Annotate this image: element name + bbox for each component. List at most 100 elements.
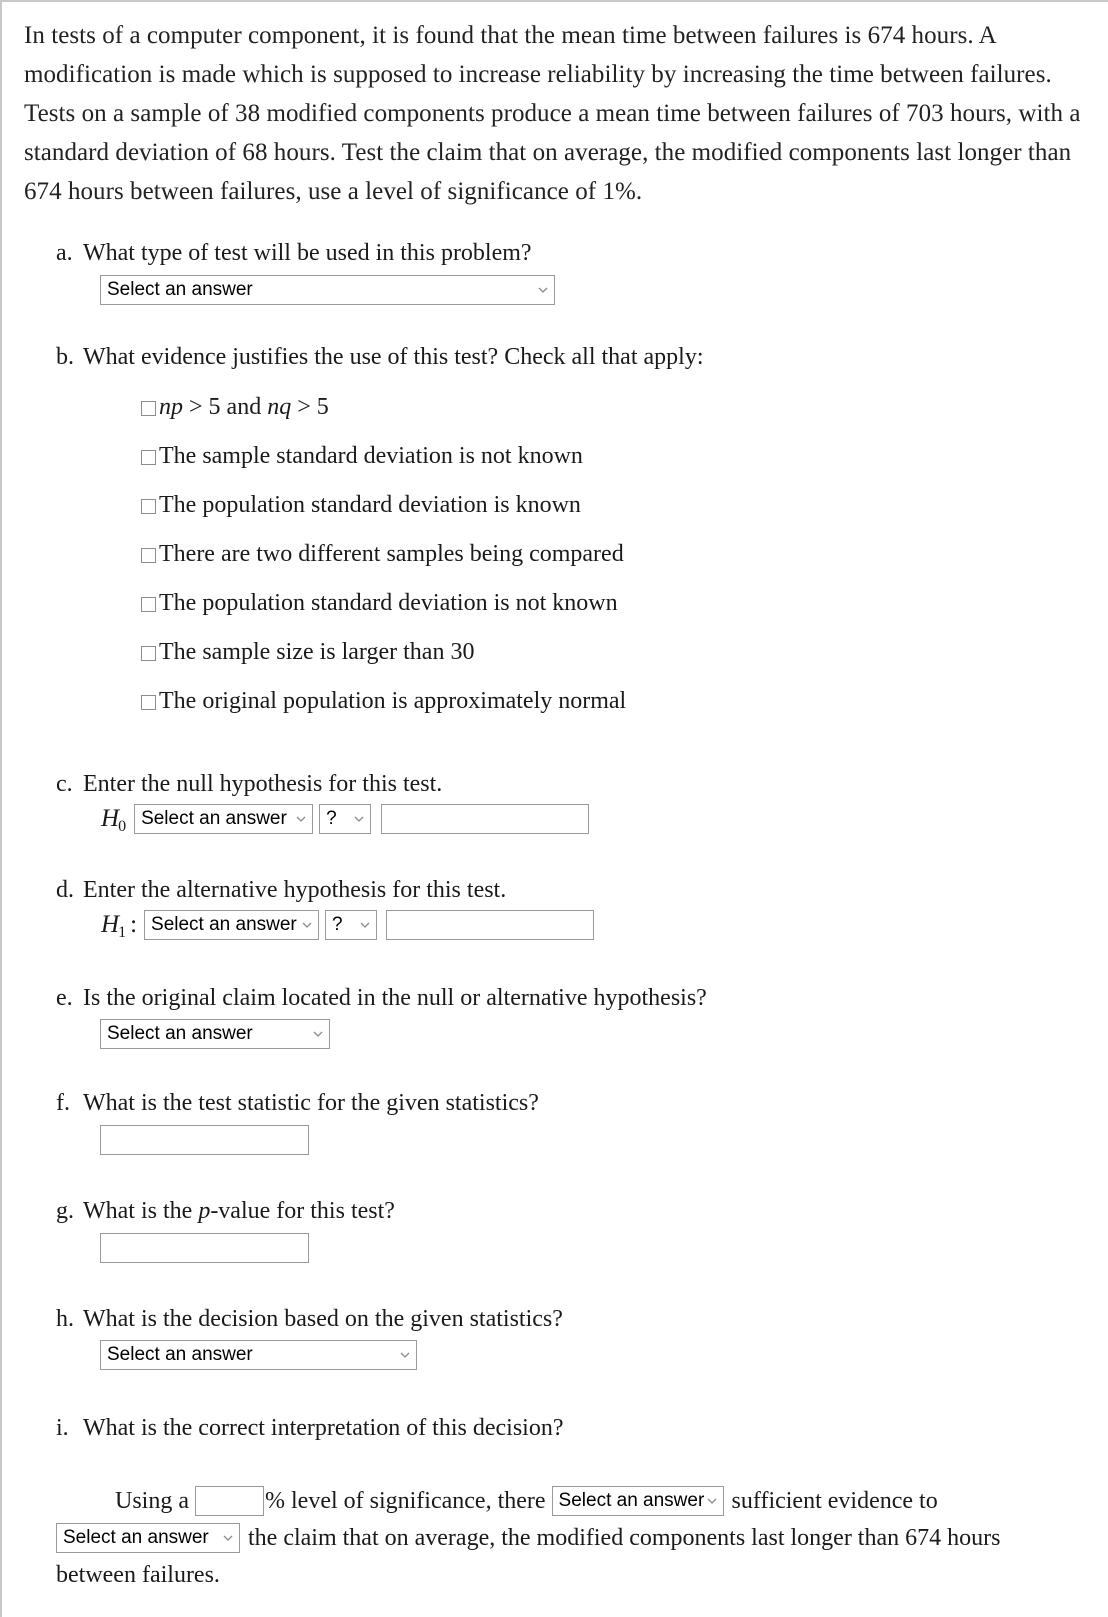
null-hypothesis-operator-select[interactable]: ?: [319, 804, 372, 834]
question-e-select[interactable]: Select an answer: [100, 1019, 330, 1049]
checkbox-population-sd-known[interactable]: [141, 498, 156, 514]
checkbox-label: The population standard deviation is not…: [159, 590, 618, 616]
question-a-select[interactable]: Select an answer: [100, 275, 555, 305]
interp-text-5: between failures.: [56, 1562, 220, 1588]
checkbox-sample-size-30[interactable]: [141, 645, 156, 661]
question-i-label: i.: [56, 1415, 69, 1441]
alternative-hypothesis-operator-select[interactable]: ?: [325, 910, 378, 940]
interpretation-sentence: Using a % level of significance, there S…: [56, 1484, 1086, 1592]
chevron-down-icon: [313, 1029, 323, 1038]
question-a-select-value: Select an answer: [107, 279, 253, 300]
list-item[interactable]: There are two different samples being co…: [141, 539, 1086, 569]
null-hypothesis-row: H0 Select an answer ?: [56, 804, 1086, 835]
select-value: ?: [326, 808, 337, 829]
select-value: Select an answer: [107, 1344, 253, 1365]
null-hypothesis-value-input[interactable]: [381, 804, 590, 834]
checkbox-label: np > 5 and nq > 5: [159, 392, 329, 422]
checkbox-label: The sample standard deviation is not kno…: [159, 443, 583, 469]
question-i: i. What is the correct interpretation of…: [24, 1412, 1086, 1592]
interp-text-3: sufficient evidence to: [725, 1488, 938, 1514]
h-letter: H: [101, 911, 120, 938]
checkbox-label: The sample size is larger than 30: [159, 639, 475, 665]
question-a-label: a.: [56, 240, 73, 266]
checkbox-population-normal[interactable]: [141, 694, 156, 710]
h-letter: H: [101, 805, 120, 832]
question-b-label: b.: [56, 344, 74, 370]
question-h: h. What is the decision based on the giv…: [24, 1303, 1086, 1370]
question-h-text: What is the decision based on the given …: [83, 1306, 563, 1332]
worksheet-page: In tests of a computer component, it is …: [0, 0, 1108, 1617]
interp-text-4: the claim that on average, the modified …: [242, 1525, 1001, 1551]
h-subscript: 1: [118, 924, 127, 941]
question-g: g. What is the p-value for this test?: [24, 1195, 1086, 1263]
alternative-hypothesis-value-input[interactable]: [386, 910, 595, 940]
question-d: d. Enter the alternative hypothesis for …: [24, 874, 1086, 941]
evidence-checkbox-list: np > 5 and nq > 5 The sample standard de…: [56, 392, 1086, 716]
math-gt5: > 5: [291, 394, 329, 420]
p-value-input[interactable]: [100, 1233, 309, 1263]
math-nq: nq: [267, 394, 292, 420]
checkbox-label: The population standard deviation is kno…: [159, 492, 581, 518]
select-value: Select an answer: [141, 808, 287, 829]
select-value: Select an answer: [63, 1527, 209, 1548]
checkbox-sample-sd-not-known[interactable]: [141, 449, 156, 465]
list-item[interactable]: np > 5 and nq > 5: [141, 392, 1086, 422]
checkbox-population-sd-not-known[interactable]: [141, 596, 156, 612]
problem-statement: In tests of a computer component, it is …: [24, 22, 1081, 205]
chevron-down-icon: [538, 285, 548, 294]
question-h-select[interactable]: Select an answer: [100, 1340, 417, 1370]
select-value: Select an answer: [151, 914, 297, 935]
checkbox-label: There are two different samples being co…: [159, 541, 624, 567]
question-b: b. What evidence justifies the use of th…: [24, 341, 1086, 716]
chevron-down-icon: [400, 1350, 410, 1359]
chevron-down-icon: [302, 920, 312, 929]
question-g-label: g.: [56, 1198, 74, 1224]
question-c-text: Enter the null hypothesis for this test.: [83, 771, 443, 797]
question-d-text: Enter the alternative hypothesis for thi…: [83, 877, 507, 903]
q-g-text-before: What is the: [83, 1198, 199, 1224]
interp-text-1: Using a: [115, 1488, 195, 1514]
interp-text-2: % level of significance, there: [265, 1488, 552, 1514]
list-item[interactable]: The population standard deviation is not…: [141, 588, 1086, 618]
question-h-label: h.: [56, 1306, 74, 1332]
question-c-label: c.: [56, 771, 73, 797]
question-a: a. What type of test will be used in thi…: [24, 237, 1086, 305]
chevron-down-icon: [296, 814, 306, 823]
interpretation-line-1: Using a % level of significance, there S…: [115, 1484, 1086, 1518]
alternative-hypothesis-parameter-select[interactable]: Select an answer: [144, 910, 320, 940]
list-item[interactable]: The sample size is larger than 30: [141, 637, 1086, 667]
question-f: f. What is the test statistic for the gi…: [24, 1087, 1086, 1155]
claim-action-select[interactable]: Select an answer: [56, 1523, 240, 1553]
select-value: ?: [332, 914, 343, 935]
checkbox-two-samples[interactable]: [141, 547, 156, 563]
question-f-label: f.: [56, 1090, 70, 1116]
alternative-hypothesis-symbol: H1:: [101, 911, 138, 941]
question-b-text: What evidence justifies the use of this …: [83, 344, 704, 370]
question-e-label: e.: [56, 985, 73, 1011]
h-suffix: :: [130, 911, 138, 938]
interpretation-line-2: Select an answer the claim that on avera…: [56, 1521, 1086, 1555]
chevron-down-icon: [223, 1533, 233, 1542]
question-c: c. Enter the null hypothesis for this te…: [24, 768, 1086, 835]
question-e: e. Is the original claim located in the …: [24, 982, 1086, 1049]
list-item[interactable]: The population standard deviation is kno…: [141, 490, 1086, 520]
question-a-text: What type of test will be used in this p…: [83, 240, 532, 266]
question-g-text: What is the p-value for this test?: [56, 1195, 1086, 1227]
list-item[interactable]: The original population is approximately…: [141, 686, 1086, 716]
test-statistic-input[interactable]: [100, 1125, 309, 1155]
alternative-hypothesis-row: H1: Select an answer ?: [56, 910, 1086, 941]
checkbox-np-nq[interactable]: [141, 400, 156, 416]
math-np: np: [159, 394, 183, 420]
interpretation-line-3: between failures.: [56, 1558, 1086, 1592]
null-hypothesis-symbol: H0: [101, 805, 127, 835]
question-f-text: What is the test statistic for the given…: [83, 1090, 539, 1116]
evidence-sufficiency-select[interactable]: Select an answer: [551, 1486, 724, 1516]
significance-level-input[interactable]: [195, 1486, 264, 1516]
chevron-down-icon: [354, 814, 364, 823]
checkbox-label: The original population is approximately…: [159, 688, 627, 714]
chevron-down-icon: [707, 1496, 717, 1505]
q-g-text-after: -value for this test?: [210, 1198, 395, 1224]
null-hypothesis-parameter-select[interactable]: Select an answer: [134, 804, 314, 834]
list-item[interactable]: The sample standard deviation is not kno…: [141, 441, 1086, 471]
math-and: > 5 and: [183, 394, 268, 420]
